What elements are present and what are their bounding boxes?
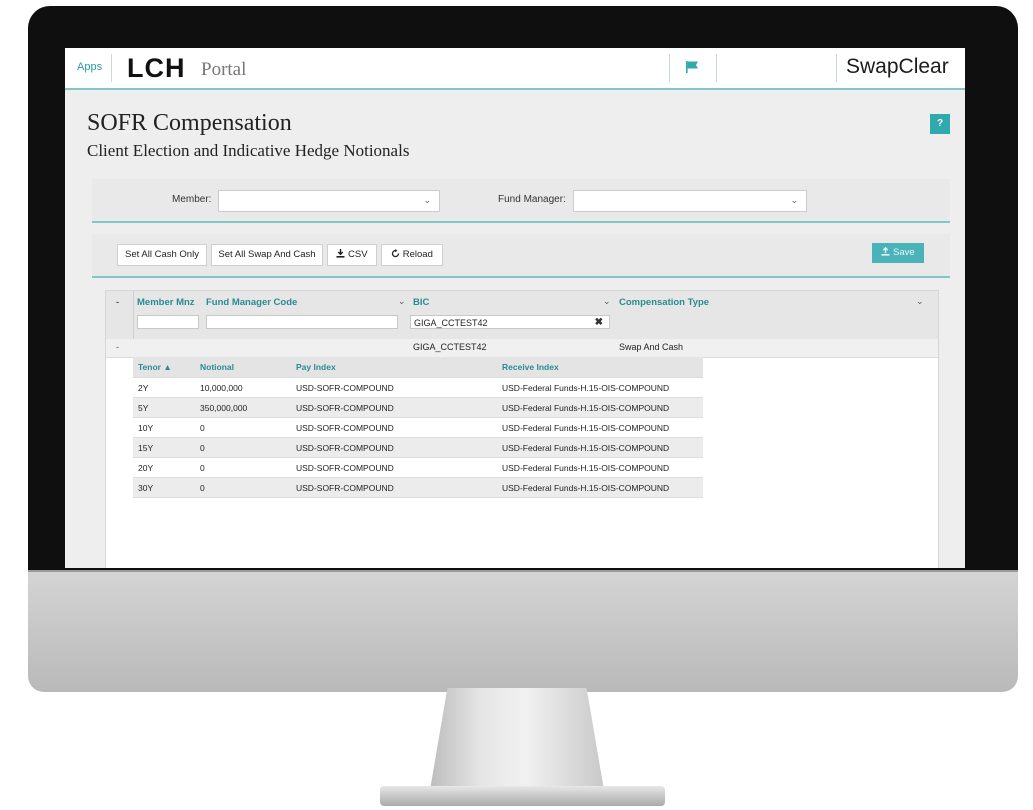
receive-index-cell: USD-Federal Funds-H.15-OIS-COMPOUND	[497, 477, 703, 498]
notional-cell[interactable]: 350,000,000	[195, 397, 291, 418]
col-member-mnemonic[interactable]: Member Mnz	[137, 297, 195, 308]
app-screen: Apps LCH Portal SwapClear SOFR Compensat…	[65, 48, 965, 568]
row-bic: GIGA_CCTEST42	[413, 342, 487, 352]
table-row[interactable]: - GIGA_CCTEST42 Swap And Cash	[106, 339, 938, 358]
col-tenor[interactable]: Tenor ▲	[133, 357, 195, 378]
set-all-swap-and-cash-button[interactable]: Set All Swap And Cash	[211, 244, 323, 266]
col-compensation-type[interactable]: Compensation Type	[619, 297, 709, 308]
fund-manager-code-filter[interactable]	[206, 315, 398, 329]
tenor-cell: 15Y	[133, 437, 195, 458]
topbar-divider	[111, 54, 112, 82]
table-row: 5Y 350,000,000 USD-SOFR-COMPOUND USD-Fed…	[133, 397, 703, 418]
receive-index-cell: USD-Federal Funds-H.15-OIS-COMPOUND	[497, 377, 703, 398]
bic-filter-value: GIGA_CCTEST42	[414, 318, 488, 328]
pay-index-cell: USD-SOFR-COMPOUND	[291, 457, 497, 478]
pay-index-cell: USD-SOFR-COMPOUND	[291, 397, 497, 418]
lch-logo: LCH	[127, 53, 186, 83]
table-header-row: Tenor ▲ Notional Pay Index Receive Index	[133, 357, 703, 378]
close-icon[interactable]: ✖	[595, 316, 603, 330]
pay-index-cell: USD-SOFR-COMPOUND	[291, 477, 497, 498]
tenor-detail-table: Tenor ▲ Notional Pay Index Receive Index…	[133, 357, 703, 498]
col-receive-index[interactable]: Receive Index	[497, 357, 703, 378]
portal-label: Portal	[201, 59, 247, 80]
bic-filter[interactable]: GIGA_CCTEST42 ✖	[410, 315, 610, 329]
notional-cell[interactable]: 0	[195, 417, 291, 438]
col-fund-manager-code[interactable]: Fund Manager Code	[206, 297, 297, 308]
reload-label: Reload	[402, 249, 433, 260]
fund-manager-label: Fund Manager:	[498, 194, 566, 205]
monitor-stand	[430, 688, 604, 790]
chevron-down-icon: ⌄	[423, 195, 431, 205]
table-row: 30Y 0 USD-SOFR-COMPOUND USD-Federal Fund…	[133, 477, 703, 498]
chevron-down-icon: ⌄	[790, 195, 798, 205]
pay-index-cell: USD-SOFR-COMPOUND	[291, 437, 497, 458]
topbar-divider	[669, 54, 670, 82]
tenor-cell: 5Y	[133, 397, 195, 418]
set-all-cash-only-button[interactable]: Set All Cash Only	[117, 244, 207, 266]
receive-index-cell: USD-Federal Funds-H.15-OIS-COMPOUND	[497, 437, 703, 458]
table-row: 15Y 0 USD-SOFR-COMPOUND USD-Federal Fund…	[133, 437, 703, 458]
notional-cell[interactable]: 0	[195, 457, 291, 478]
monitor-stand-base	[380, 786, 665, 806]
topbar-divider	[836, 54, 837, 82]
tenor-cell: 20Y	[133, 457, 195, 478]
notional-cell[interactable]: 0	[195, 477, 291, 498]
member-label: Member:	[172, 194, 212, 205]
csv-label: CSV	[348, 249, 368, 260]
upload-icon	[881, 246, 890, 256]
chevron-down-icon[interactable]: ⌄	[916, 296, 924, 307]
fund-manager-select[interactable]: ⌄	[573, 190, 807, 212]
member-select[interactable]: ⌄	[218, 190, 440, 212]
swapclear-brand: SwapClear	[846, 55, 949, 78]
pay-index-cell: USD-SOFR-COMPOUND	[291, 377, 497, 398]
page-title: SOFR Compensation	[87, 110, 292, 136]
tenor-cell: 2Y	[133, 377, 195, 398]
filter-bar: Member: ⌄ Fund Manager: ⌄	[92, 179, 950, 223]
flag-icon[interactable]	[685, 60, 699, 74]
download-icon	[336, 249, 345, 258]
help-button[interactable]: ?	[930, 114, 950, 134]
csv-button[interactable]: CSV	[327, 244, 377, 266]
action-toolbar: Set All Cash Only Set All Swap And Cash …	[92, 234, 950, 278]
grid-divider	[133, 291, 134, 339]
reload-button[interactable]: Reload	[381, 244, 443, 266]
row-compensation-type[interactable]: Swap And Cash	[619, 342, 683, 352]
set-all-swap-and-cash-label: Set All Swap And Cash	[218, 249, 316, 260]
expand-all-toggle[interactable]: -	[116, 297, 119, 308]
apps-link[interactable]: Apps	[77, 61, 102, 73]
col-bic[interactable]: BIC	[413, 297, 429, 308]
receive-index-cell: USD-Federal Funds-H.15-OIS-COMPOUND	[497, 397, 703, 418]
top-bar: Apps LCH Portal SwapClear	[65, 48, 965, 90]
save-label: Save	[892, 247, 915, 258]
topbar-divider	[716, 54, 717, 82]
member-mnemonic-filter[interactable]	[137, 315, 199, 329]
set-all-cash-only-label: Set All Cash Only	[125, 249, 199, 260]
grid-header: - Member Mnz Fund Manager Code ⌄ BIC ⌄ C…	[106, 291, 938, 340]
col-notional[interactable]: Notional	[195, 357, 291, 378]
reload-icon	[391, 249, 400, 258]
receive-index-cell: USD-Federal Funds-H.15-OIS-COMPOUND	[497, 417, 703, 438]
notional-cell[interactable]: 10,000,000	[195, 377, 291, 398]
row-expand-toggle[interactable]: -	[116, 342, 119, 352]
chevron-down-icon[interactable]: ⌄	[603, 296, 611, 307]
monitor-chin	[28, 570, 1018, 692]
pay-index-cell: USD-SOFR-COMPOUND	[291, 417, 497, 438]
page-subtitle: Client Election and Indicative Hedge Not…	[87, 141, 410, 160]
chevron-down-icon[interactable]: ⌄	[398, 296, 406, 307]
table-row: 2Y 10,000,000 USD-SOFR-COMPOUND USD-Fede…	[133, 377, 703, 398]
tenor-cell: 10Y	[133, 417, 195, 438]
receive-index-cell: USD-Federal Funds-H.15-OIS-COMPOUND	[497, 457, 703, 478]
col-pay-index[interactable]: Pay Index	[291, 357, 497, 378]
tenor-cell: 30Y	[133, 477, 195, 498]
save-button[interactable]: Save	[872, 243, 924, 263]
notional-cell[interactable]: 0	[195, 437, 291, 458]
table-row: 20Y 0 USD-SOFR-COMPOUND USD-Federal Fund…	[133, 457, 703, 478]
elections-grid: - Member Mnz Fund Manager Code ⌄ BIC ⌄ C…	[105, 290, 939, 568]
table-row: 10Y 0 USD-SOFR-COMPOUND USD-Federal Fund…	[133, 417, 703, 438]
